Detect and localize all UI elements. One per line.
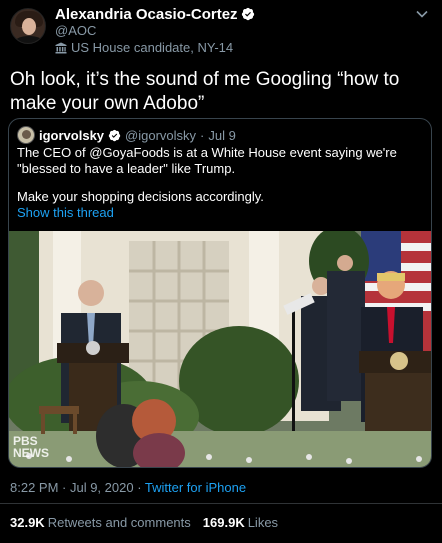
author-name-row[interactable]: Alexandria Ocasio-Cortez xyxy=(55,6,255,23)
tweet-header: Alexandria Ocasio-Cortez @AOC US House c… xyxy=(0,0,442,60)
quoted-tweet[interactable]: igorvolsky @igorvolsky · Jul 9 The CEO o… xyxy=(8,118,432,468)
author-label-row: US House candidate, NY-14 xyxy=(55,40,233,55)
video-player[interactable]: PBS NEWS xyxy=(9,231,431,467)
quoted-tweet-header: igorvolsky @igorvolsky · Jul 9 xyxy=(17,126,236,144)
tweet-meta: 8:22 PM · Jul 9, 2020 · Twitter for iPho… xyxy=(10,480,246,495)
government-building-icon xyxy=(55,42,67,53)
retweets-stat[interactable]: 32.9K Retweets and comments xyxy=(10,515,191,530)
likes-count: 169.9K xyxy=(202,515,245,530)
author-name[interactable]: Alexandria Ocasio-Cortez xyxy=(55,6,238,23)
author-avatar[interactable] xyxy=(10,8,46,44)
quoted-text-line: The CEO of @GoyaFoods is at a White Hous… xyxy=(17,145,397,160)
divider xyxy=(0,503,442,504)
video-still xyxy=(9,231,431,467)
verified-badge-icon xyxy=(241,7,254,21)
watermark-line: NEWS xyxy=(13,446,49,460)
quoted-author-name[interactable]: igorvolsky xyxy=(39,128,104,143)
quoted-tweet-date[interactable]: Jul 9 xyxy=(208,128,235,143)
chevron-down-icon[interactable] xyxy=(414,6,430,22)
quoted-author-avatar[interactable] xyxy=(17,126,35,144)
tweet-stats: 32.9K Retweets and comments 169.9K Likes xyxy=(10,515,278,530)
tweet-timestamp[interactable]: 8:22 PM · Jul 9, 2020 xyxy=(10,480,134,495)
quoted-text-line: "blessed to have a leader" like Trump. xyxy=(17,161,236,176)
author-handle[interactable]: @AOC xyxy=(55,23,96,38)
retweets-label: Retweets and comments xyxy=(47,515,191,530)
tweet-text: Oh look, it’s the sound of me Googling “… xyxy=(10,69,400,114)
author-label: US House candidate, NY-14 xyxy=(71,40,234,55)
likes-stat[interactable]: 169.9K Likes xyxy=(203,515,278,530)
quoted-tweet-text: The CEO of @GoyaFoods is at a White Hous… xyxy=(17,145,427,205)
separator-dot: · xyxy=(200,127,205,143)
meta-separator: · xyxy=(133,480,145,495)
verified-badge-icon xyxy=(108,129,121,141)
likes-label: Likes xyxy=(247,515,279,530)
video-watermark: PBS NEWS xyxy=(13,435,49,459)
quoted-author-handle[interactable]: @igorvolsky xyxy=(125,128,196,143)
quoted-text-line: Make your shopping decisions accordingly… xyxy=(17,189,264,204)
show-thread-link[interactable]: Show this thread xyxy=(17,205,114,220)
retweets-count: 32.9K xyxy=(10,515,45,530)
tweet-source[interactable]: Twitter for iPhone xyxy=(145,480,246,495)
